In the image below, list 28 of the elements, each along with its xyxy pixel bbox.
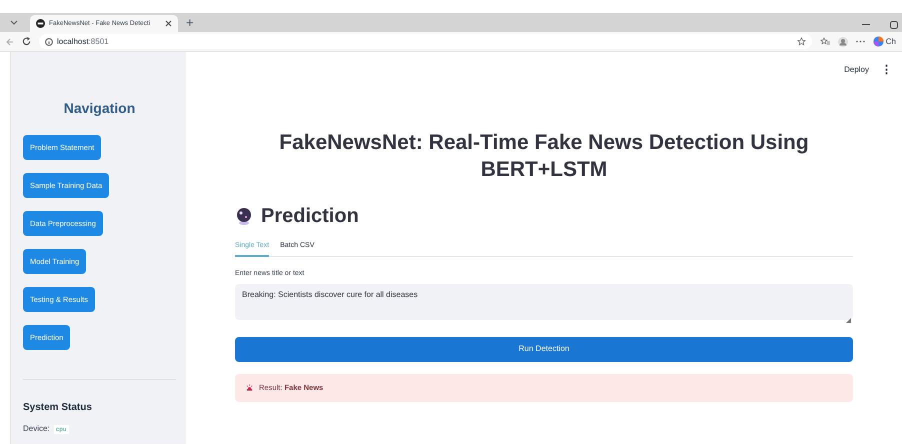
reload-icon[interactable] [22, 37, 31, 46]
device-label: Device: [23, 423, 50, 435]
copilot-icon[interactable] [872, 36, 884, 47]
close-icon[interactable] [165, 20, 172, 27]
favorites-icon[interactable] [820, 37, 830, 46]
menu-button[interactable]: ⋮ [881, 62, 892, 78]
profile-icon[interactable] [838, 36, 848, 46]
section-title: Prediction [261, 204, 359, 228]
resize-handle-icon[interactable] [846, 318, 851, 322]
news-text-field[interactable]: Breaking: Scientists discover cure for all diseases [235, 284, 853, 320]
page-title: FakeNewsNet: Real-Time Fake News Detection Using BERT+LSTM [278, 130, 810, 182]
new-tab-button[interactable]: + [186, 15, 194, 30]
sidebar-title: Navigation [62, 99, 136, 118]
deploy-button[interactable]: Deploy [844, 64, 869, 76]
run-detection-button[interactable]: Run Detection [235, 336, 853, 362]
minimize-icon[interactable] [862, 24, 870, 26]
info-icon [45, 38, 53, 46]
more-icon[interactable] [856, 40, 865, 43]
status-title: System Status [23, 401, 93, 415]
star-icon[interactable] [796, 37, 806, 46]
siren-icon [246, 384, 253, 391]
address-bar[interactable]: localhost:8501 [39, 34, 812, 49]
maximize-icon[interactable] [890, 21, 898, 29]
url-port: :8501 [88, 36, 109, 46]
crystal-ball-icon [235, 206, 253, 224]
copilot-label[interactable]: Ch [886, 36, 896, 48]
site-icon [36, 19, 45, 28]
url-host: localhost [57, 36, 89, 46]
